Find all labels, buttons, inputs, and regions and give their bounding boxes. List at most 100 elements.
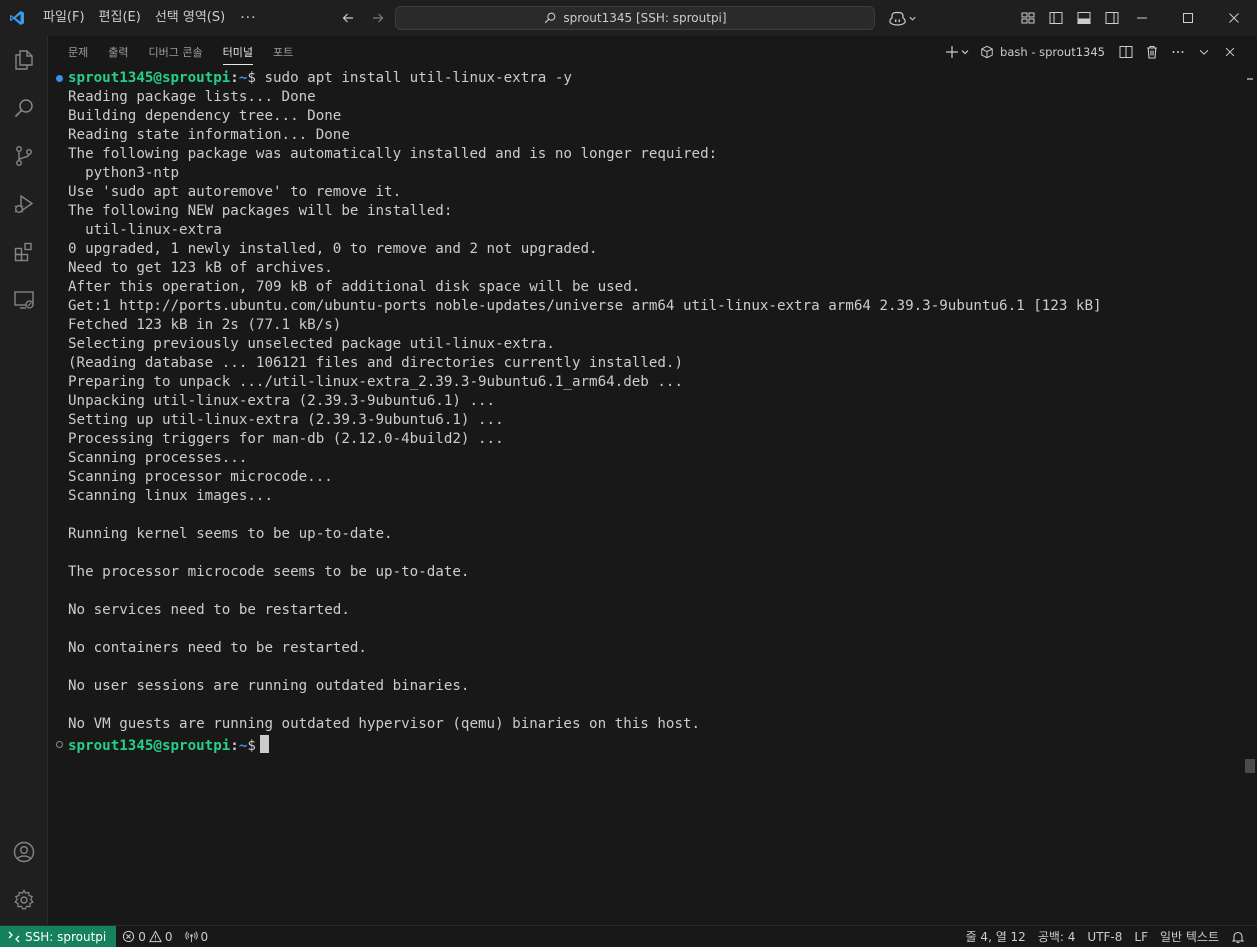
copilot-icon bbox=[889, 11, 906, 26]
remote-label: SSH: sproutpi bbox=[25, 929, 107, 944]
maximize-icon[interactable] bbox=[1165, 0, 1211, 36]
close-panel-icon[interactable] bbox=[1219, 40, 1241, 64]
prompt-separator: : bbox=[230, 70, 239, 86]
tab-problems[interactable]: 문제 bbox=[60, 36, 96, 69]
new-terminal-button[interactable] bbox=[944, 40, 970, 64]
search-icon bbox=[545, 12, 556, 24]
menu-edit[interactable]: 편집(E) bbox=[92, 6, 148, 30]
terminal-output-line: Running kernel seems to be up-to-date. bbox=[68, 526, 393, 542]
terminal-output-line: util-linux-extra bbox=[68, 222, 222, 238]
terminal-cursor bbox=[259, 735, 269, 753]
terminal-output[interactable]: sprout1345@sproutpi:~$ sudo apt install … bbox=[48, 69, 1243, 925]
terminal-output-line: Reading package lists... Done bbox=[68, 89, 316, 105]
warning-count: 0 bbox=[164, 929, 173, 944]
terminal-output-line: After this operation, 709 kB of addition… bbox=[68, 279, 641, 295]
navigation-arrows bbox=[336, 6, 390, 30]
terminal-prompt-line: sprout1345@sproutpi:~$ bbox=[68, 735, 269, 754]
tab-debug-console[interactable]: 디버그 콘솔 bbox=[141, 36, 211, 69]
terminal-name-label: bash - sprout1345 bbox=[1000, 45, 1105, 59]
terminal-output-line: Unpacking util-linux-extra (2.39.3-9ubun… bbox=[68, 393, 496, 409]
terminal-output-line: Building dependency tree... Done bbox=[68, 108, 342, 124]
terminal-output-line: Get:1 http://ports.ubuntu.com/ubuntu-por… bbox=[68, 298, 1102, 314]
error-count: 0 bbox=[138, 929, 146, 944]
encoding[interactable]: UTF-8 bbox=[1081, 926, 1128, 947]
status-bar: SSH: sproutpi 0 0 0 줄 4, 열 12 공백: 4 UTF-… bbox=[0, 925, 1257, 947]
split-terminal-icon[interactable] bbox=[1115, 40, 1137, 64]
terminal-output-line: Scanning processor microcode... bbox=[68, 469, 333, 485]
settings-gear-icon[interactable] bbox=[0, 876, 48, 924]
title-bar: 파일(F) 편집(E) 선택 영역(S) ··· sprout1345 [SSH… bbox=[0, 0, 1257, 36]
plus-icon bbox=[946, 46, 959, 58]
tab-output[interactable]: 출력 bbox=[100, 36, 136, 69]
search-icon[interactable] bbox=[0, 84, 48, 132]
prompt-user-host: sprout1345@sproutpi bbox=[68, 738, 231, 754]
maximize-panel-chevron-icon[interactable] bbox=[1193, 40, 1215, 64]
run-debug-icon[interactable] bbox=[0, 180, 48, 228]
indentation[interactable]: 공백: 4 bbox=[1032, 926, 1082, 947]
chevron-down-icon bbox=[909, 16, 916, 21]
terminal-output-line: Scanning processes... bbox=[68, 450, 248, 466]
terminal-output-line: Selecting previously unselected package … bbox=[68, 336, 555, 352]
chevron-down-icon bbox=[961, 50, 969, 55]
prompt-separator: : bbox=[230, 738, 239, 754]
command-pending-decoration[interactable] bbox=[56, 741, 63, 748]
tab-terminal[interactable]: 터미널 bbox=[215, 36, 261, 69]
trash-icon[interactable] bbox=[1141, 40, 1163, 64]
panel-tabs: 문제 출력 디버그 콘솔 터미널 포트 bbox=[60, 36, 301, 69]
terminal-output-line: Scanning linux images... bbox=[68, 488, 273, 504]
menu-file[interactable]: 파일(F) bbox=[36, 6, 92, 30]
remote-explorer-icon[interactable] bbox=[0, 276, 48, 324]
minimize-icon[interactable] bbox=[1119, 0, 1165, 36]
terminal-output-line: python3-ntp bbox=[68, 165, 180, 181]
tab-ports[interactable]: 포트 bbox=[265, 36, 301, 69]
terminal-output-line: Preparing to unpack .../util-linux-extra… bbox=[68, 374, 683, 390]
remote-indicator[interactable]: SSH: sproutpi bbox=[0, 925, 117, 947]
terminal-output-line: Reading state information... Done bbox=[68, 127, 350, 143]
toggle-primary-sidebar-icon[interactable] bbox=[1044, 6, 1068, 30]
end-of-line[interactable]: LF bbox=[1128, 926, 1154, 947]
prompt-user-host: sprout1345@sproutpi bbox=[68, 70, 231, 86]
toggle-panel-icon[interactable] bbox=[1072, 6, 1096, 30]
copilot-button[interactable] bbox=[886, 6, 920, 30]
status-bar-right: 줄 4, 열 12 공백: 4 UTF-8 LF 일반 텍스트 bbox=[960, 926, 1257, 947]
account-icon[interactable] bbox=[0, 828, 48, 876]
problems-indicator[interactable]: 0 0 bbox=[116, 926, 178, 947]
forward-arrow-icon[interactable] bbox=[366, 6, 390, 30]
source-control-icon[interactable] bbox=[0, 132, 48, 180]
customize-layout-icon[interactable] bbox=[1016, 6, 1040, 30]
command-center-label: sprout1345 [SSH: sproutpi] bbox=[563, 11, 727, 25]
panel-header: 문제 출력 디버그 콘솔 터미널 포트 bash - sprout1345 bbox=[48, 36, 1257, 69]
language-mode[interactable]: 일반 텍스트 bbox=[1154, 926, 1225, 947]
terminal-output-line: No VM guests are running outdated hyperv… bbox=[68, 716, 701, 732]
terminal-scrollbar[interactable] bbox=[1243, 69, 1257, 925]
cursor-position[interactable]: 줄 4, 열 12 bbox=[960, 926, 1032, 947]
menu-bar: 파일(F) 편집(E) 선택 영역(S) ··· bbox=[36, 6, 265, 30]
vscode-logo-icon bbox=[0, 0, 34, 36]
terminal-output-line: Fetched 123 kB in 2s (77.1 kB/s) bbox=[68, 317, 342, 333]
extensions-icon[interactable] bbox=[0, 228, 48, 276]
more-actions-icon[interactable] bbox=[1167, 40, 1189, 64]
terminal-output-line: No user sessions are running outdated bi… bbox=[68, 678, 470, 694]
terminal-output-line: The processor microcode seems to be up-t… bbox=[68, 564, 470, 580]
terminal-selector[interactable]: bash - sprout1345 bbox=[974, 45, 1111, 59]
prompt-symbol: $ bbox=[247, 738, 256, 754]
terminal-output-line: Use 'sudo apt autoremove' to remove it. bbox=[68, 184, 402, 200]
warning-icon bbox=[148, 930, 162, 943]
scrollbar-thumb[interactable] bbox=[1245, 759, 1255, 773]
command-center[interactable]: sprout1345 [SSH: sproutpi] bbox=[395, 6, 875, 30]
close-window-icon[interactable] bbox=[1211, 0, 1257, 36]
explorer-icon[interactable] bbox=[0, 36, 48, 84]
command-success-decoration[interactable] bbox=[56, 75, 63, 82]
scrollbar-marker bbox=[1247, 78, 1253, 80]
menu-more-button[interactable]: ··· bbox=[232, 10, 264, 26]
ports-indicator[interactable]: 0 bbox=[179, 926, 215, 947]
ports-count: 0 bbox=[200, 929, 209, 944]
notifications-bell-icon[interactable] bbox=[1225, 926, 1257, 947]
terminal-output-line: Setting up util-linux-extra (2.39.3-9ubu… bbox=[68, 412, 504, 428]
back-arrow-icon[interactable] bbox=[336, 6, 360, 30]
terminal-command-line: sprout1345@sproutpi:~$ sudo apt install … bbox=[68, 69, 572, 88]
terminal-output-line: Need to get 123 kB of archives. bbox=[68, 260, 333, 276]
terminal-output-line: (Reading database ... 106121 files and d… bbox=[68, 355, 683, 371]
panel-actions: bash - sprout1345 bbox=[944, 40, 1241, 64]
menu-selection[interactable]: 선택 영역(S) bbox=[148, 6, 232, 30]
